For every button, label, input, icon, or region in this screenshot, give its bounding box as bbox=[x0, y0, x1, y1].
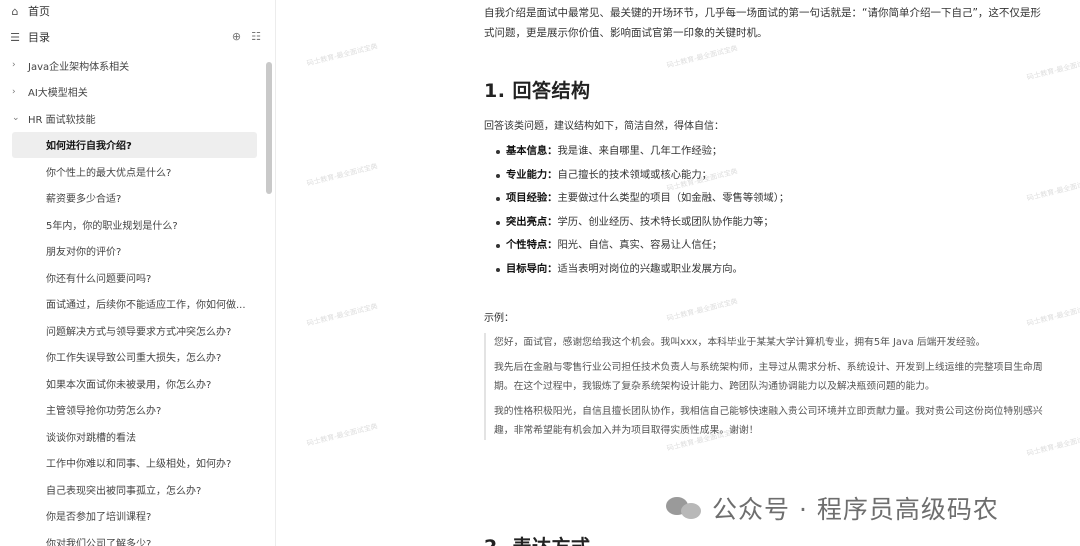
toc-item[interactable]: 主管领导抢你功劳怎么办? bbox=[12, 397, 257, 424]
lead-paragraph: 回答该类问题，建议结构如下，简洁自然，得体自信： bbox=[484, 121, 724, 132]
toc-item[interactable]: 你还有什么问题要问吗? bbox=[12, 264, 257, 291]
toc-item[interactable]: 薪资要多少合适? bbox=[12, 185, 257, 212]
wechat-logo-icon bbox=[666, 495, 704, 521]
structure-list: 基本信息：我是谁、来自哪里、几年工作经验； 专业能力：自己擅长的技术领域或核心能… bbox=[484, 140, 1044, 281]
example-paragraph: 您好，面试官，感谢您给我这个机会。我叫xxx，本科毕业于某某大学计算机专业，拥有… bbox=[494, 337, 986, 348]
section-heading-2: 2. 表达方式 bbox=[484, 532, 591, 546]
toc-item[interactable]: 朋友对你的评价? bbox=[12, 238, 257, 265]
example-label: 示例： bbox=[484, 313, 514, 324]
intro-paragraph: 自我介绍是面试中最常见、最关键的开场环节，几乎每一场面试的第一句话就是：“请你简… bbox=[484, 7, 1041, 39]
collapse-all-icon[interactable]: ☷ bbox=[251, 30, 261, 43]
toc-group-label: Java企业架构体系相关 bbox=[28, 61, 130, 73]
home-nav-item[interactable]: ⌂ 首页 bbox=[0, 0, 275, 22]
sidebar: ⌂ 首页 ☰ 目录 ⊕ ☷ › Java企业架构体系相关 › AI大模型相关 ⌄… bbox=[0, 0, 276, 546]
home-label: 首页 bbox=[28, 5, 50, 18]
toc-item[interactable]: 你工作失误导致公司重大损失，怎么办? bbox=[12, 344, 257, 371]
toc-item[interactable]: 你个性上的最大优点是什么? bbox=[12, 158, 257, 185]
section-heading: 1. 回答结构 bbox=[484, 80, 591, 102]
list-icon: ☰ bbox=[10, 30, 20, 44]
example-paragraph: 我的性格积极阳光，自信且擅长团队协作，我相信自己能够快速融入贵公司环境并立即贡献… bbox=[494, 406, 1043, 436]
main-content: 码士教育-最全面试宝典 码士教育-最全面试宝典 码士教育-最全面试宝典 码士教育… bbox=[276, 0, 1080, 546]
example-blockquote: 您好，面试官，感谢您给我这个机会。我叫xxx，本科毕业于某某大学计算机专业，拥有… bbox=[484, 333, 1044, 440]
toc-item[interactable]: 5年内，你的职业规划是什么? bbox=[12, 211, 257, 238]
brand-text: 公众号 · 程序员高级码农 bbox=[712, 495, 999, 524]
watermark: 码士教育-最全面试宝典 bbox=[306, 302, 379, 328]
chevron-right-icon: › bbox=[12, 86, 16, 97]
locate-icon[interactable]: ⊕ bbox=[232, 30, 241, 43]
watermark: 码士教育-最全面试宝典 bbox=[306, 162, 379, 188]
toc-item[interactable]: 你是否参加了培训课程? bbox=[12, 503, 257, 530]
home-icon: ⌂ bbox=[11, 4, 19, 18]
toc-label: 目录 bbox=[28, 31, 50, 44]
article: 自我介绍是面试中最常见、最关键的开场环节，几乎每一场面试的第一句话就是：“请你简… bbox=[484, 0, 1044, 446]
watermark: 码士教育-最全面试宝典 bbox=[306, 422, 379, 448]
list-item: 目标导向：适当表明对岗位的兴趣或职业发展方向。 bbox=[496, 258, 1044, 282]
toc-group-java[interactable]: › Java企业架构体系相关 bbox=[0, 52, 275, 79]
brand-watermark: 公众号 · 程序员高级码农 bbox=[666, 490, 999, 526]
toc-group-hr[interactable]: ⌄ HR 面试软技能 bbox=[0, 105, 275, 132]
sidebar-scrollbar[interactable] bbox=[266, 62, 272, 194]
toc-item[interactable]: 面试通过，后续你不能适应工作，你如何做... bbox=[12, 291, 257, 318]
toc-item[interactable]: 如何进行自我介绍? bbox=[12, 131, 257, 158]
list-item: 基本信息：我是谁、来自哪里、几年工作经验； bbox=[496, 140, 1044, 164]
toc-group-label: AI大模型相关 bbox=[28, 88, 88, 100]
toc-header: ☰ 目录 ⊕ ☷ bbox=[0, 22, 275, 52]
watermark: 码士教育-最全面试宝典 bbox=[306, 42, 379, 68]
list-item: 个性特点：阳光、自信、真实、容易让人信任； bbox=[496, 234, 1044, 258]
list-item: 突出亮点：学历、创业经历、技术特长或团队协作能力等； bbox=[496, 211, 1044, 235]
chevron-down-icon: ⌄ bbox=[12, 113, 20, 124]
toc-item[interactable]: 如果本次面试你未被录用，你怎么办? bbox=[12, 370, 257, 397]
list-item: 专业能力：自己擅长的技术领域或核心能力； bbox=[496, 164, 1044, 188]
chevron-right-icon: › bbox=[12, 60, 16, 71]
toc-item[interactable]: 自己表现突出被同事孤立，怎么办? bbox=[12, 476, 257, 503]
toc-item[interactable]: 问题解决方式与领导要求方式冲突怎么办? bbox=[12, 317, 257, 344]
toc-group-ai[interactable]: › AI大模型相关 bbox=[0, 79, 275, 106]
list-item: 项目经验：主要做过什么类型的项目（如金融、零售等领域）； bbox=[496, 187, 1044, 211]
toc-group-label: HR 面试软技能 bbox=[28, 114, 96, 126]
toc-item[interactable]: 谈谈你对跳槽的看法 bbox=[12, 423, 257, 450]
toc-item[interactable]: 你对我们公司了解多少? bbox=[12, 529, 257, 546]
toc-item[interactable]: 工作中你难以和同事、上级相处，如何办? bbox=[12, 450, 257, 477]
example-paragraph: 我先后在金融与零售行业公司担任技术负责人与系统架构师，主导过从需求分析、系统设计… bbox=[494, 362, 1043, 392]
